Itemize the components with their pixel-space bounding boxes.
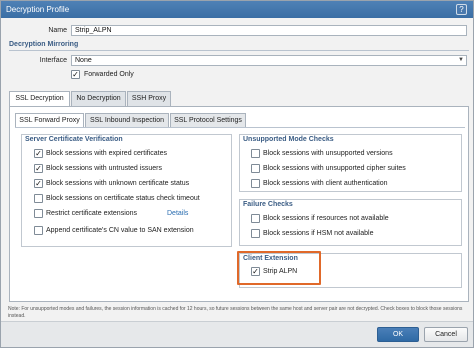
cancel-button[interactable]: Cancel — [424, 327, 468, 342]
untrusted-issuers-checkbox[interactable]: ✓ — [34, 164, 43, 173]
hsm-unavailable-label: Block sessions if HSM not available — [263, 230, 374, 237]
expired-certs-checkbox[interactable]: ✓ — [34, 149, 43, 158]
forwarded-only-checkbox[interactable]: ✓ — [71, 70, 80, 79]
failure-title: Failure Checks — [243, 201, 293, 208]
tab-ssh-proxy[interactable]: SSH Proxy — [127, 91, 171, 106]
question-icon[interactable]: ? — [456, 4, 467, 15]
dialog-button-bar: OK Cancel — [1, 321, 473, 347]
tab-ssl-decryption[interactable]: SSL Decryption — [9, 91, 70, 106]
tab-no-decryption[interactable]: No Decryption — [71, 91, 126, 106]
subtab-ssl-inbound-inspection[interactable]: SSL Inbound Inspection — [85, 113, 169, 127]
append-cn-checkbox[interactable] — [34, 226, 43, 235]
unknown-status-checkbox[interactable]: ✓ — [34, 179, 43, 188]
unsupported-title: Unsupported Mode Checks — [243, 136, 334, 143]
chevron-down-icon[interactable]: ▼ — [457, 57, 465, 64]
unsupported-versions-label: Block sessions with unsupported versions — [263, 150, 393, 157]
append-cn-label: Append certificate's CN value to SAN ext… — [46, 227, 194, 234]
unsupported-versions-checkbox[interactable] — [251, 149, 260, 158]
client-extension-highlight — [237, 251, 321, 285]
interface-label: Interface — [39, 57, 67, 64]
footer-note: Note: For unsupported modes and failures… — [8, 306, 463, 319]
expired-certs-label: Block sessions with expired certificates — [46, 150, 167, 157]
decryption-profile-dialog: Decryption Profile ? Name Strip_ALPN Dec… — [0, 0, 474, 348]
subtab-ssl-protocol-settings[interactable]: SSL Protocol Settings — [170, 113, 246, 127]
untrusted-issuers-label: Block sessions with untrusted issuers — [46, 165, 162, 172]
server-cert-title: Server Certificate Verification — [25, 136, 123, 143]
dialog-title: Decryption Profile — [6, 5, 70, 14]
name-input[interactable]: Strip_ALPN — [71, 25, 467, 36]
mirroring-divider — [9, 50, 469, 51]
unknown-status-label: Block sessions with unknown certificate … — [46, 180, 190, 187]
status-timeout-label: Block sessions on certificate status che… — [46, 195, 200, 202]
resources-unavailable-checkbox[interactable] — [251, 214, 260, 223]
hsm-unavailable-checkbox[interactable] — [251, 229, 260, 238]
resources-unavailable-label: Block sessions if resources not availabl… — [263, 215, 389, 222]
subtab-ssl-forward-proxy[interactable]: SSL Forward Proxy — [15, 113, 84, 127]
interface-value: None — [75, 57, 92, 64]
name-label: Name — [48, 27, 67, 34]
client-auth-label: Block sessions with client authenticatio… — [263, 180, 388, 187]
interface-select[interactable]: None ▼ — [71, 55, 467, 66]
details-link[interactable]: Details — [167, 210, 188, 217]
restrict-extensions-label: Restrict certificate extensions — [46, 210, 138, 217]
restrict-extensions-checkbox[interactable] — [34, 209, 43, 218]
status-timeout-checkbox[interactable] — [34, 194, 43, 203]
client-auth-checkbox[interactable] — [251, 179, 260, 188]
unsupported-ciphers-checkbox[interactable] — [251, 164, 260, 173]
dialog-titlebar: Decryption Profile ? — [1, 1, 473, 18]
unsupported-ciphers-label: Block sessions with unsupported cipher s… — [263, 165, 406, 172]
forwarded-only-label: Forwarded Only — [84, 71, 134, 78]
subtab-divider — [15, 127, 465, 128]
ok-button[interactable]: OK — [377, 327, 419, 342]
mirroring-heading: Decryption Mirroring — [9, 41, 79, 48]
